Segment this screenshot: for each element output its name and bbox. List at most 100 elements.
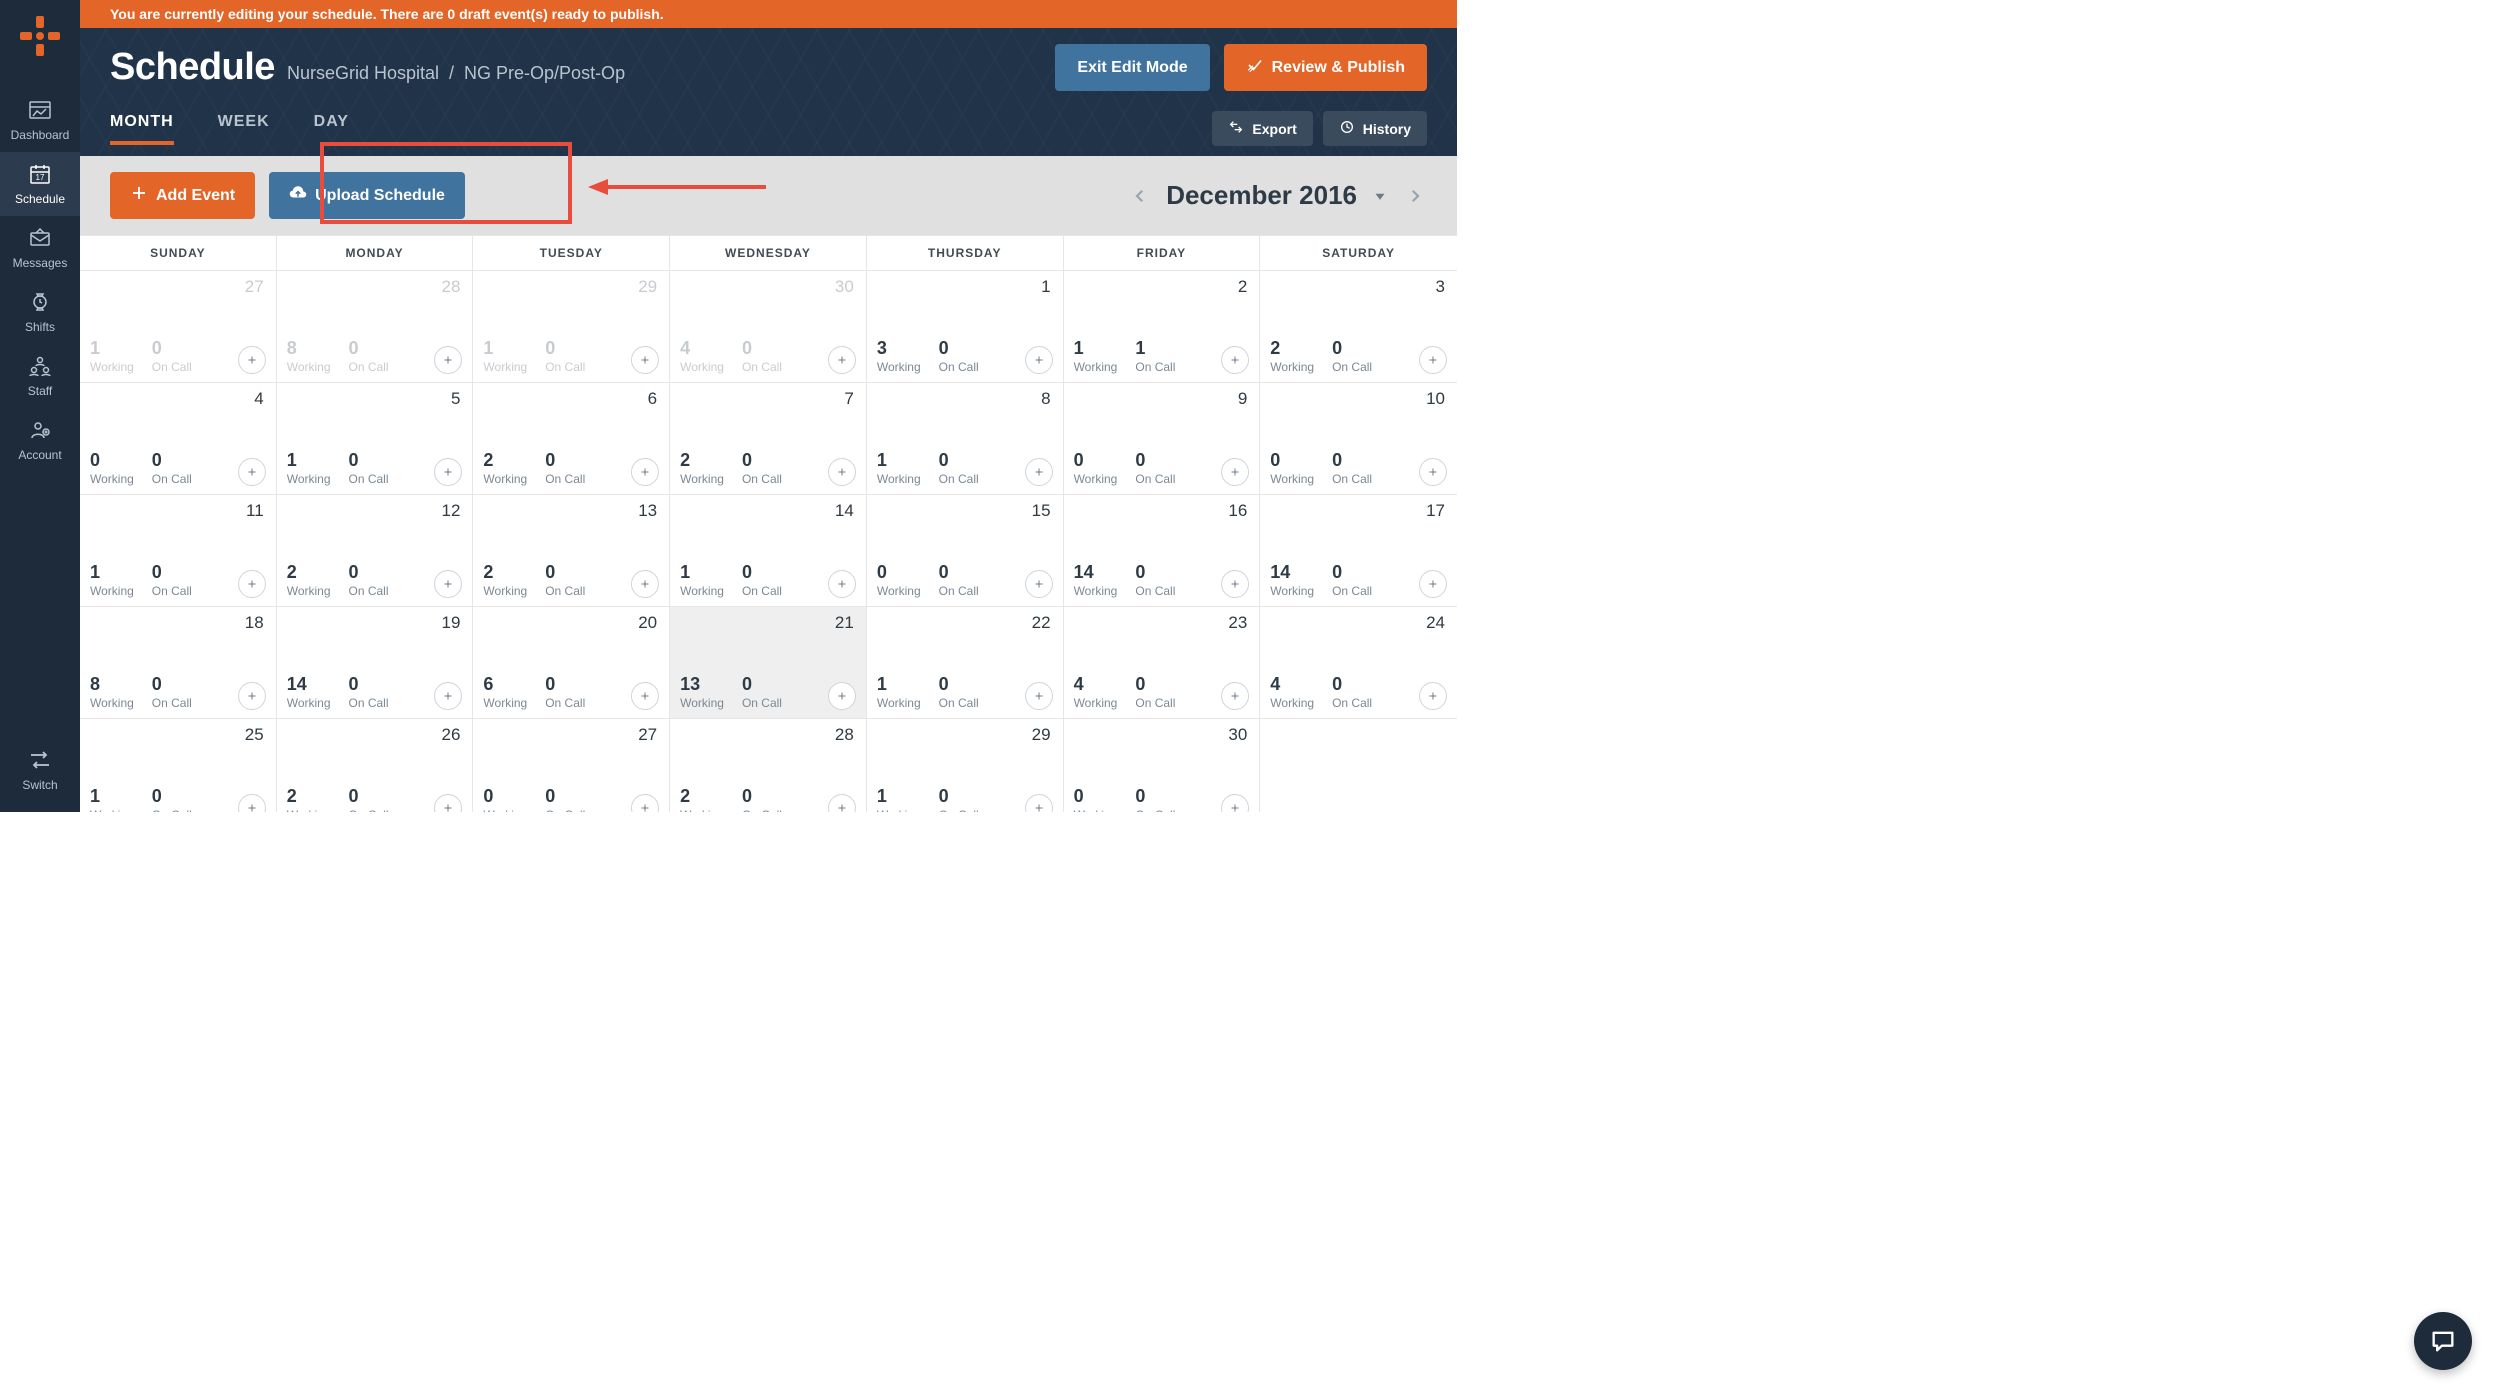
add-to-day-button[interactable] [1221, 458, 1249, 486]
calendar-day-cell[interactable]: 27 0 Working 0 On Call [473, 719, 670, 812]
add-to-day-button[interactable] [631, 794, 659, 812]
add-to-day-button[interactable] [1419, 458, 1447, 486]
calendar-day-cell[interactable]: 13 2 Working 0 On Call [473, 495, 670, 607]
working-count: 1 [877, 451, 921, 469]
tab-month[interactable]: MONTH [110, 113, 174, 145]
add-to-day-button[interactable] [631, 682, 659, 710]
calendar-day-cell[interactable]: 28 8 Working 0 On Call [277, 271, 474, 383]
calendar-day-cell[interactable]: 30 4 Working 0 On Call [670, 271, 867, 383]
calendar-day-cell[interactable]: 21 13 Working 0 On Call [670, 607, 867, 719]
breadcrumb-dept[interactable]: NG Pre-Op/Post-Op [464, 63, 625, 84]
calendar-day-cell[interactable]: 27 1 Working 0 On Call [80, 271, 277, 383]
calendar-day-cell[interactable]: 29 1 Working 0 On Call [867, 719, 1064, 812]
add-to-day-button[interactable] [434, 682, 462, 710]
review-publish-button[interactable]: Review & Publish [1224, 44, 1427, 91]
calendar-day-cell[interactable]: 2 1 Working 1 On Call [1064, 271, 1261, 383]
add-to-day-button[interactable] [1025, 346, 1053, 374]
breadcrumb-org[interactable]: NurseGrid Hospital [287, 63, 439, 84]
add-to-day-button[interactable] [1419, 570, 1447, 598]
calendar-day-cell[interactable]: 24 4 Working 0 On Call [1260, 607, 1457, 719]
add-to-day-button[interactable] [1221, 682, 1249, 710]
calendar-day-cell[interactable]: 23 4 Working 0 On Call [1064, 607, 1261, 719]
add-to-day-button[interactable] [828, 570, 856, 598]
export-button[interactable]: Export [1212, 111, 1312, 146]
add-to-day-button[interactable] [1025, 458, 1053, 486]
calendar-day-cell[interactable]: 28 2 Working 0 On Call [670, 719, 867, 812]
sidebar-item-staff[interactable]: Staff [0, 344, 80, 408]
sidebar-item-messages[interactable]: Messages [0, 216, 80, 280]
calendar-day-cell[interactable]: 1 3 Working 0 On Call [867, 271, 1064, 383]
calendar-day-cell[interactable]: 12 2 Working 0 On Call [277, 495, 474, 607]
add-to-day-button[interactable] [631, 458, 659, 486]
history-button[interactable]: History [1323, 111, 1427, 146]
calendar-day-cell[interactable]: 9 0 Working 0 On Call [1064, 383, 1261, 495]
calendar-day-cell[interactable]: 18 8 Working 0 On Call [80, 607, 277, 719]
add-to-day-button[interactable] [828, 794, 856, 812]
add-to-day-button[interactable] [828, 346, 856, 374]
add-to-day-button[interactable] [434, 458, 462, 486]
add-to-day-button[interactable] [238, 682, 266, 710]
calendar-day-cell[interactable]: 22 1 Working 0 On Call [867, 607, 1064, 719]
calendar-day-cell[interactable]: 3 2 Working 0 On Call [1260, 271, 1457, 383]
add-to-day-button[interactable] [828, 682, 856, 710]
day-number: 5 [451, 389, 460, 409]
add-to-day-button[interactable] [238, 794, 266, 812]
add-to-day-button[interactable] [631, 346, 659, 374]
calendar-day-cell[interactable]: 25 1 Working 0 On Call [80, 719, 277, 812]
add-to-day-button[interactable] [434, 570, 462, 598]
calendar-day-cell[interactable]: 7 2 Working 0 On Call [670, 383, 867, 495]
working-count: 1 [877, 787, 921, 805]
add-to-day-button[interactable] [1419, 682, 1447, 710]
add-to-day-button[interactable] [1025, 682, 1053, 710]
add-to-day-button[interactable] [631, 570, 659, 598]
add-event-button[interactable]: Add Event [110, 172, 255, 219]
calendar-day-cell[interactable]: 16 14 Working 0 On Call [1064, 495, 1261, 607]
add-to-day-button[interactable] [434, 346, 462, 374]
account-icon [26, 418, 54, 442]
sidebar-item-account[interactable]: Account [0, 408, 80, 472]
add-to-day-button[interactable] [238, 570, 266, 598]
add-to-day-button[interactable] [238, 346, 266, 374]
calendar-day-cell[interactable]: 14 1 Working 0 On Call [670, 495, 867, 607]
day-number: 20 [638, 613, 657, 633]
button-label: Export [1252, 121, 1296, 137]
calendar-day-cell[interactable]: 15 0 Working 0 On Call [867, 495, 1064, 607]
add-to-day-button[interactable] [1221, 794, 1249, 812]
exit-edit-button[interactable]: Exit Edit Mode [1055, 44, 1209, 91]
sidebar-item-schedule[interactable]: 17 Schedule [0, 152, 80, 216]
add-to-day-button[interactable] [1221, 346, 1249, 374]
day-stats: 2 Working 0 On Call [287, 563, 389, 598]
add-to-day-button[interactable] [1025, 570, 1053, 598]
add-to-day-button[interactable] [828, 458, 856, 486]
prev-month-button[interactable] [1128, 184, 1152, 208]
calendar-day-cell[interactable]: 10 0 Working 0 On Call [1260, 383, 1457, 495]
oncall-stat: 0 On Call [1135, 675, 1175, 710]
tab-week[interactable]: WEEK [218, 113, 270, 145]
month-dropdown[interactable] [1371, 187, 1389, 205]
calendar-day-cell[interactable]: 8 1 Working 0 On Call [867, 383, 1064, 495]
calendar-day-cell[interactable]: 26 2 Working 0 On Call [277, 719, 474, 812]
calendar-day-cell[interactable]: 17 14 Working 0 On Call [1260, 495, 1457, 607]
calendar-day-cell[interactable]: 19 14 Working 0 On Call [277, 607, 474, 719]
add-to-day-button[interactable] [238, 458, 266, 486]
add-to-day-button[interactable] [1221, 570, 1249, 598]
oncall-count: 0 [545, 339, 585, 357]
add-to-day-button[interactable] [434, 794, 462, 812]
add-to-day-button[interactable] [1025, 794, 1053, 812]
calendar-day-cell[interactable]: 29 1 Working 0 On Call [473, 271, 670, 383]
sidebar-item-shifts[interactable]: Shifts [0, 280, 80, 344]
sidebar-item-dashboard[interactable]: Dashboard [0, 88, 80, 152]
add-to-day-button[interactable] [1419, 346, 1447, 374]
tab-day[interactable]: DAY [314, 113, 349, 145]
next-month-button[interactable] [1403, 184, 1427, 208]
calendar-day-cell[interactable]: 5 1 Working 0 On Call [277, 383, 474, 495]
calendar-day-cell[interactable]: 30 0 Working 0 On Call [1064, 719, 1261, 812]
calendar-day-cell[interactable]: 20 6 Working 0 On Call [473, 607, 670, 719]
oncall-label: On Call [939, 696, 979, 710]
calendar-day-cell[interactable]: 6 2 Working 0 On Call [473, 383, 670, 495]
calendar-day-cell[interactable]: 4 0 Working 0 On Call [80, 383, 277, 495]
upload-schedule-button[interactable]: Upload Schedule [269, 172, 465, 219]
working-stat: 2 Working [680, 451, 724, 486]
sidebar-item-switch[interactable]: Switch [0, 738, 80, 802]
calendar-day-cell[interactable]: 11 1 Working 0 On Call [80, 495, 277, 607]
